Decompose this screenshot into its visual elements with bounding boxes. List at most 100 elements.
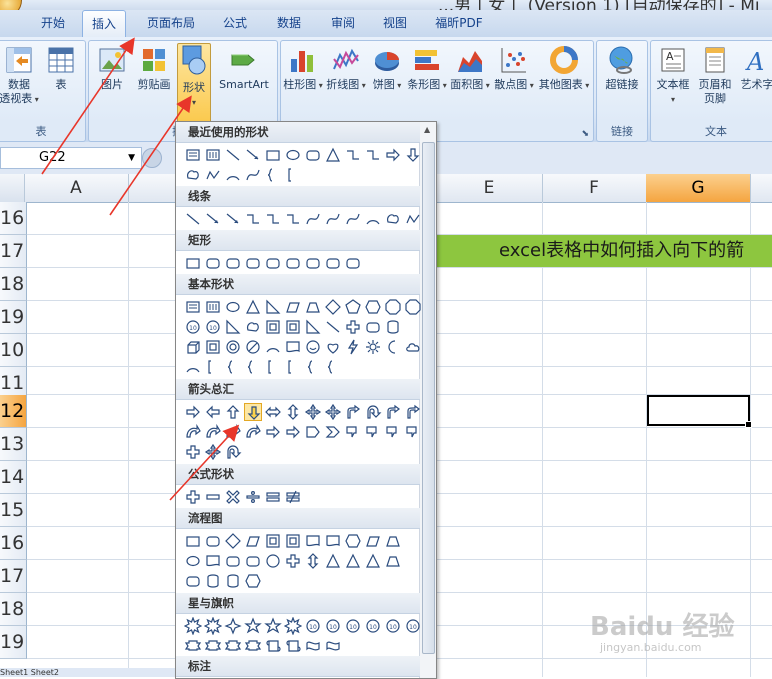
elbow-shape-icon[interactable] <box>284 210 302 228</box>
doc-shape-icon[interactable] <box>304 532 322 550</box>
rrect-shape-icon[interactable] <box>184 572 202 590</box>
curve-shape-icon[interactable] <box>304 210 322 228</box>
octa-shape-icon[interactable] <box>404 298 422 316</box>
pie-chart-button[interactable]: 饼图 ▾ <box>369 45 405 93</box>
rrect-shape-icon[interactable] <box>224 552 242 570</box>
column-chart-button[interactable]: 柱形图 ▾ <box>283 45 323 93</box>
rtri-shape-icon[interactable] <box>304 318 322 336</box>
rrect-shape-icon[interactable] <box>204 532 222 550</box>
rrect-shape-icon[interactable] <box>344 254 362 272</box>
hyperlink-button[interactable]: 超链接 <box>599 45 645 92</box>
blob-shape-icon[interactable] <box>184 166 202 184</box>
arc-shape-icon[interactable] <box>184 358 202 376</box>
brace-shape-icon[interactable] <box>264 166 282 184</box>
row-header[interactable]: 15 <box>0 494 27 527</box>
wave-shape-icon[interactable] <box>304 637 322 655</box>
num-shape-icon[interactable]: 10 <box>304 617 322 635</box>
bolt-shape-icon[interactable] <box>344 338 362 356</box>
heart-shape-icon[interactable] <box>324 338 342 356</box>
wave-shape-icon[interactable] <box>324 637 342 655</box>
row-header[interactable]: 17 <box>0 235 27 268</box>
num-shape-icon[interactable]: 10 <box>344 617 362 635</box>
burst-shape-icon[interactable] <box>284 617 302 635</box>
ud-shape-icon[interactable] <box>304 552 322 570</box>
textbox-shape-icon[interactable] <box>184 146 202 164</box>
textbox-button[interactable]: A 文本框▾ <box>653 45 693 107</box>
up-shape-icon[interactable] <box>224 403 242 421</box>
rrect-shape-icon[interactable] <box>304 146 322 164</box>
arc-shape-icon[interactable] <box>264 338 282 356</box>
minus-shape-icon[interactable] <box>204 488 222 506</box>
brace-shape-icon[interactable] <box>304 358 322 376</box>
donut-shape-icon[interactable] <box>224 338 242 356</box>
right-shape-icon[interactable] <box>384 146 402 164</box>
column-header-f[interactable]: F <box>542 174 647 202</box>
oval-shape-icon[interactable] <box>284 146 302 164</box>
burst-shape-icon[interactable] <box>204 617 222 635</box>
trap-shape-icon[interactable] <box>304 298 322 316</box>
vtext-shape-icon[interactable] <box>204 146 222 164</box>
elbow-shape-icon[interactable] <box>344 146 362 164</box>
rrect-shape-icon[interactable] <box>224 254 242 272</box>
brack-shape-icon[interactable] <box>284 358 302 376</box>
cyl-shape-icon[interactable] <box>204 572 222 590</box>
bent-shape-icon[interactable] <box>344 403 362 421</box>
curve-shape-icon[interactable] <box>324 210 342 228</box>
star5-shape-icon[interactable] <box>244 617 262 635</box>
blob-shape-icon[interactable] <box>244 318 262 336</box>
num-shape-icon[interactable]: 10 <box>384 617 402 635</box>
tab-formulas[interactable]: 公式 <box>212 10 258 36</box>
smile-shape-icon[interactable] <box>304 338 322 356</box>
right-shape-icon[interactable] <box>184 403 202 421</box>
rtri-shape-icon[interactable] <box>224 318 242 336</box>
rrect-shape-icon[interactable] <box>244 552 262 570</box>
tri-shape-icon[interactable] <box>344 552 362 570</box>
divide-shape-icon[interactable] <box>244 488 262 506</box>
column-header-g[interactable]: G <box>646 174 751 202</box>
callout-shape-icon[interactable] <box>384 423 402 441</box>
frame-shape-icon[interactable] <box>204 338 222 356</box>
row-header[interactable]: 13 <box>0 428 27 461</box>
sheet-tabs[interactable]: Sheet1 Sheet2 <box>0 668 176 677</box>
other-chart-button[interactable]: 其他图表 ▾ <box>537 45 591 93</box>
row-header[interactable]: 16 <box>0 202 27 235</box>
down-shape-icon[interactable] <box>404 146 422 164</box>
brace-shape-icon[interactable] <box>224 358 242 376</box>
neq-shape-icon[interactable] <box>284 488 302 506</box>
textbox-shape-icon[interactable] <box>184 298 202 316</box>
frame-shape-icon[interactable] <box>264 318 282 336</box>
plus-shape-icon[interactable] <box>344 318 362 336</box>
para-shape-icon[interactable] <box>364 532 382 550</box>
row-header[interactable]: 19 <box>0 301 27 334</box>
curved-shape-icon[interactable] <box>244 423 262 441</box>
cube-shape-icon[interactable] <box>184 338 202 356</box>
num-shape-icon[interactable]: 10 <box>184 318 202 336</box>
tab-review[interactable]: 审阅 <box>320 10 366 36</box>
rect-shape-icon[interactable] <box>184 532 202 550</box>
cyl-shape-icon[interactable] <box>224 572 242 590</box>
brace-shape-icon[interactable] <box>244 358 262 376</box>
rect-shape-icon[interactable] <box>264 146 282 164</box>
left-shape-icon[interactable] <box>204 403 222 421</box>
picture-button[interactable]: 图片 <box>95 45 129 92</box>
column-header-h[interactable] <box>750 174 772 202</box>
quad-shape-icon[interactable] <box>204 443 222 461</box>
plus-shape-icon[interactable] <box>184 488 202 506</box>
linea-shape-icon[interactable] <box>204 210 222 228</box>
ribbon-shape-icon[interactable] <box>224 637 242 655</box>
name-box[interactable]: G22 ▼ <box>0 147 142 169</box>
times-shape-icon[interactable] <box>224 488 242 506</box>
ribbon-shape-icon[interactable] <box>244 637 262 655</box>
doc-shape-icon[interactable] <box>324 532 342 550</box>
diamond-shape-icon[interactable] <box>324 298 342 316</box>
uturn-shape-icon[interactable] <box>364 403 382 421</box>
doc-shape-icon[interactable] <box>284 338 302 356</box>
arc-shape-icon[interactable] <box>364 210 382 228</box>
frame-shape-icon[interactable] <box>284 532 302 550</box>
curve-shape-icon[interactable] <box>344 210 362 228</box>
right-shape-icon[interactable] <box>284 423 302 441</box>
bent-shape-icon[interactable] <box>384 403 402 421</box>
star4-shape-icon[interactable] <box>224 617 242 635</box>
lr-shape-icon[interactable] <box>264 403 282 421</box>
tab-data[interactable]: 数据 <box>266 10 312 36</box>
